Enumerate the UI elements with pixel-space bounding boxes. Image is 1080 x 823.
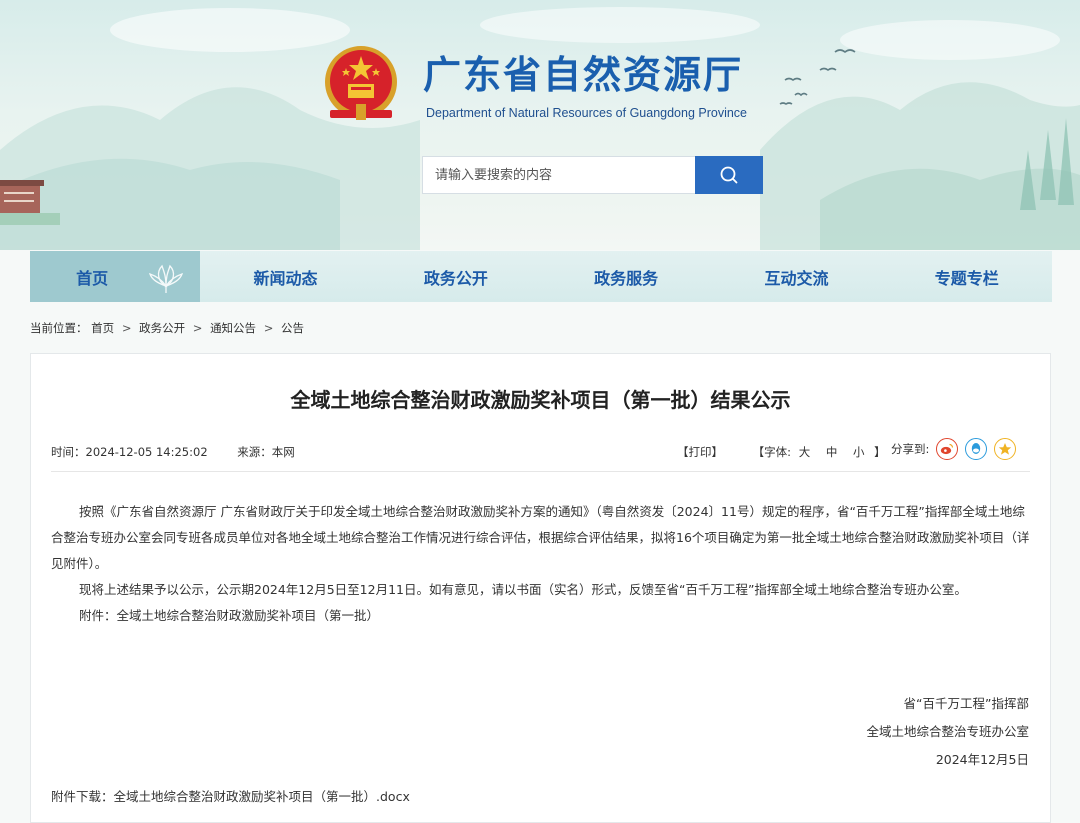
- search-input[interactable]: [422, 156, 695, 194]
- article-body: 按照《广东省自然资源厅 广东省财政厅关于印发全域土地综合整治财政激励奖补方案的通…: [51, 499, 1033, 629]
- breadcrumb-item-gov-affairs[interactable]: 政务公开: [139, 321, 185, 335]
- signature-date: 2024年12月5日: [935, 752, 1029, 767]
- body-paragraph: 现将上述结果予以公示，公示期2024年12月5日至12月11日。如有意见，请以书…: [79, 582, 967, 597]
- search-button[interactable]: [695, 156, 763, 194]
- weibo-icon: [941, 443, 954, 455]
- landscape-background: [0, 7, 1080, 250]
- breadcrumb-separator: >: [121, 321, 132, 335]
- magnolia-flower-icon: [149, 264, 184, 293]
- qq-icon: [972, 443, 981, 454]
- qzone-share-button[interactable]: [994, 438, 1017, 460]
- attachment-label: 附件下载：: [51, 789, 114, 804]
- nav-item-interaction[interactable]: 互动交流: [711, 251, 881, 302]
- article-source: 来源：本网: [237, 445, 295, 459]
- breadcrumb-prefix: 当前位置：: [30, 321, 88, 335]
- font-medium-button[interactable]: 中: [826, 445, 838, 459]
- main-nav: 首页 新闻动态 政务公开 政务服务 互动交流 专题专栏: [30, 251, 1052, 302]
- qzone-star-icon: [999, 443, 1012, 455]
- nav-item-gov-affairs[interactable]: 政务公开: [371, 251, 541, 302]
- nav-item-label: 新闻动态: [253, 268, 318, 288]
- nav-item-label: 互动交流: [764, 268, 829, 288]
- attachment-download: 附件下载：全域土地综合整治财政激励奖补项目（第一批）.docx: [51, 786, 410, 805]
- article-title: 全域土地综合整治财政激励奖补项目（第一批）结果公示: [290, 388, 791, 412]
- font-large-button[interactable]: 大: [799, 445, 811, 459]
- attachment-link[interactable]: 全域土地综合整治财政激励奖补项目（第一批）.docx: [114, 789, 410, 804]
- article-meta: 时间：2024-12-05 14:25:02 来源：本网: [51, 444, 321, 460]
- site-header: 广东省自然资源厅 Department of Natural Resources…: [0, 0, 1080, 250]
- share-label: 分享到:: [891, 442, 930, 456]
- search-bar: [422, 156, 763, 194]
- nav-item-label: 专题专栏: [934, 268, 999, 288]
- nav-item-news[interactable]: 新闻动态: [200, 251, 370, 302]
- search-icon: [720, 166, 738, 184]
- article-tools: 【打印】 【字体: 大 中 小 】: [677, 444, 886, 460]
- nav-item-special-topics[interactable]: 专题专栏: [882, 251, 1052, 302]
- nav-item-label: 首页: [76, 268, 109, 288]
- meta-divider: [51, 471, 1030, 472]
- body-paragraph: 按照《广东省自然资源厅 广东省财政厅关于印发全域土地综合整治财政激励奖补方案的通…: [51, 504, 1030, 571]
- breadcrumb-separator: >: [192, 321, 203, 335]
- publish-time: 时间：2024-12-05 14:25:02: [51, 445, 208, 459]
- weibo-share-button[interactable]: [936, 438, 959, 460]
- signature-org: 省“百千万工程”指挥部: [903, 696, 1029, 711]
- breadcrumb-item-announcement[interactable]: 公告: [281, 321, 304, 335]
- signature-block: 省“百千万工程”指挥部 全域土地综合整治专班办公室 2024年12月5日: [866, 690, 1029, 774]
- breadcrumb: 当前位置： 首页 > 政务公开 > 通知公告 > 公告: [30, 320, 304, 336]
- qq-share-button[interactable]: [965, 438, 988, 460]
- signature-office: 全域土地综合整治专班办公室: [866, 724, 1029, 739]
- nav-item-label: 政务服务: [594, 268, 659, 288]
- body-paragraph: 附件：全域土地综合整治财政激励奖补项目（第一批）: [79, 608, 380, 623]
- print-button[interactable]: 【打印】: [677, 445, 723, 459]
- font-small-button[interactable]: 小: [853, 445, 865, 459]
- share-bar: 分享到:: [891, 438, 1017, 460]
- national-emblem-logo: [322, 44, 400, 124]
- font-size-label: 【字体:: [752, 445, 792, 459]
- breadcrumb-item-home[interactable]: 首页: [91, 321, 114, 335]
- font-size-close: 】: [874, 445, 886, 459]
- nav-item-gov-services[interactable]: 政务服务: [541, 251, 711, 302]
- nav-item-label: 政务公开: [423, 268, 488, 288]
- nav-item-home[interactable]: 首页: [30, 251, 201, 302]
- site-title[interactable]: 广东省自然资源厅: [423, 44, 743, 99]
- breadcrumb-item-notices[interactable]: 通知公告: [210, 321, 256, 335]
- article-panel: 全域土地综合整治财政激励奖补项目（第一批）结果公示 时间：2024-12-05 …: [30, 353, 1051, 823]
- breadcrumb-separator: >: [263, 321, 274, 335]
- site-subtitle: Department of Natural Resources of Guang…: [426, 106, 748, 120]
